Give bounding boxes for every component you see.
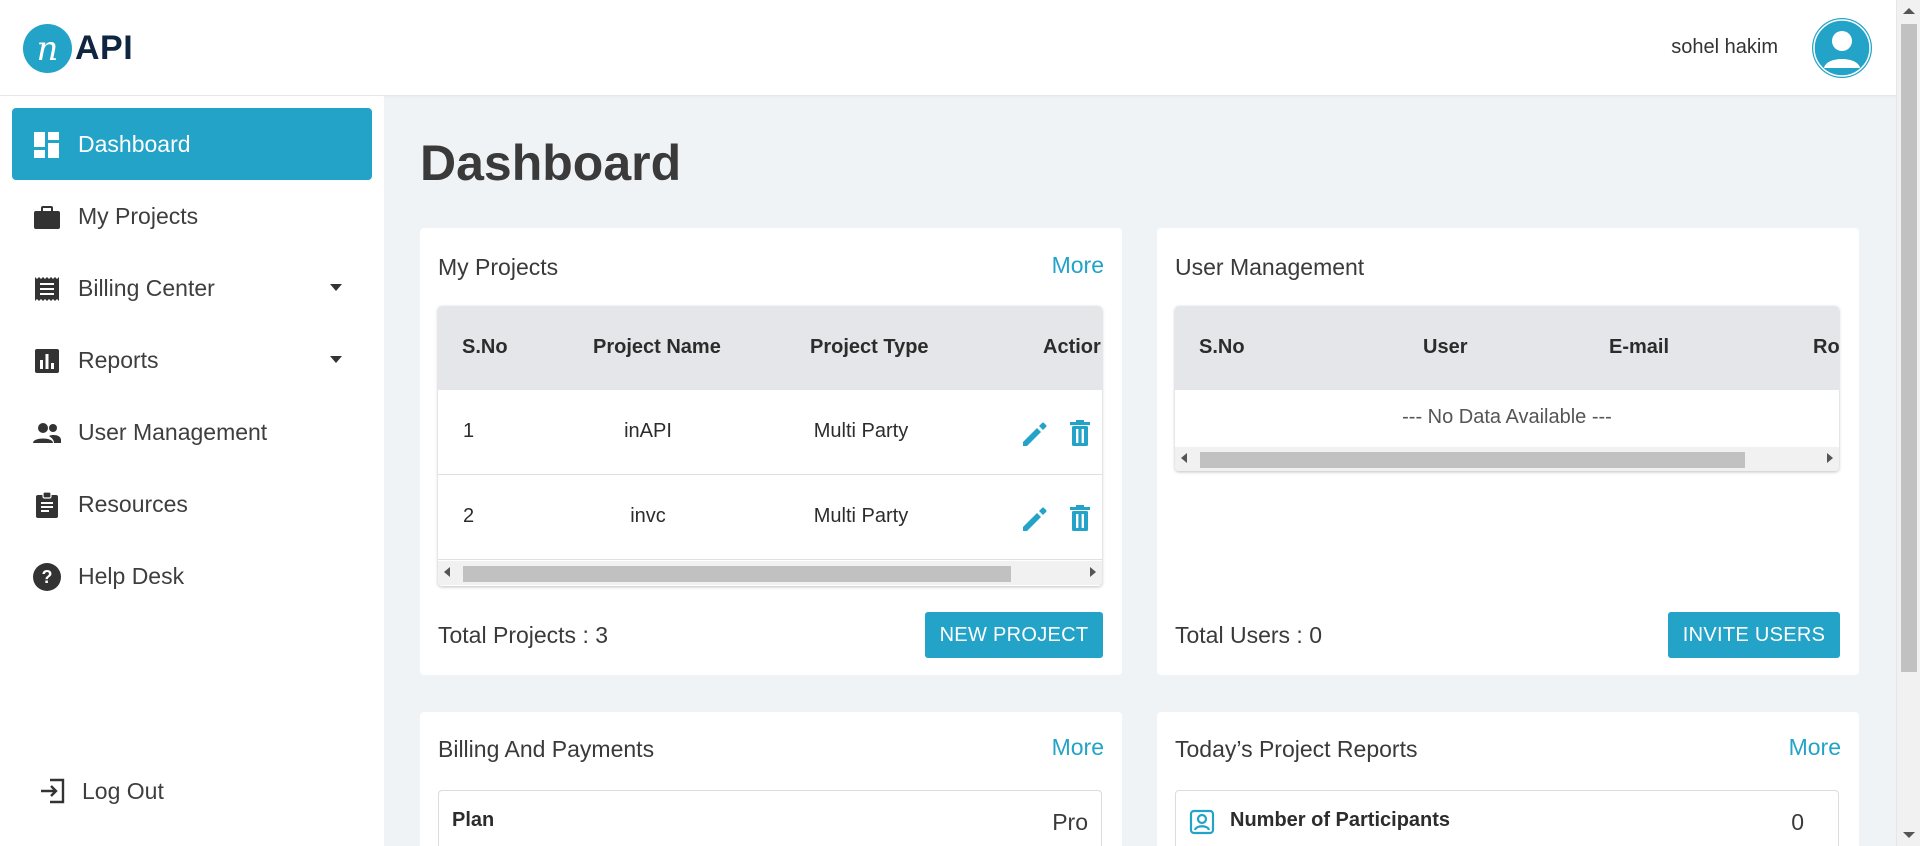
sidebar-item-label: My Projects [78, 203, 199, 229]
chevron-down-icon[interactable] [330, 284, 342, 291]
metric-value: 0 [1791, 809, 1804, 835]
card-title: My Projects [438, 254, 559, 280]
sidebar-item-dashboard[interactable]: Dashboard [12, 108, 372, 180]
table-row: 1 inAPI Multi Party [438, 390, 1102, 475]
column-header: Ro [1813, 336, 1839, 358]
new-project-button[interactable]: NEW PROJECT [925, 612, 1103, 658]
participants-row: Number of Participants 0 [1175, 790, 1839, 846]
cell-project-type: Multi Party [813, 420, 909, 442]
people-icon [33, 423, 61, 443]
logout-button[interactable]: Log Out [38, 776, 164, 806]
cell-sno: 1 [463, 420, 475, 442]
avatar[interactable] [1812, 18, 1872, 78]
delete-icon[interactable] [1066, 418, 1094, 448]
card-title: User Management [1175, 254, 1365, 280]
sidebar-item-label: User Management [78, 419, 268, 445]
logo-mark: n [23, 24, 72, 73]
edit-icon[interactable] [1020, 418, 1048, 448]
scrollbar-thumb[interactable] [1200, 452, 1745, 468]
total-projects: Total Projects : 3 [438, 622, 609, 648]
cell-project-name: invc [630, 505, 666, 527]
column-header: Actior [1043, 336, 1101, 358]
column-header[interactable]: Project Name [593, 336, 721, 359]
scrollbar-thumb[interactable] [463, 566, 1011, 582]
sidebar-item-label: Billing Center [78, 275, 215, 301]
table-row: 2 invc Multi Party [438, 475, 1102, 560]
more-link[interactable]: More [1052, 252, 1104, 279]
sidebar-item-help-desk[interactable]: ? Help Desk [12, 540, 372, 612]
cell-project-type: Multi Party [813, 505, 909, 527]
page-scrollbar[interactable] [1896, 0, 1920, 846]
logout-icon [41, 778, 65, 804]
sidebar-item-reports[interactable]: Reports [12, 324, 372, 396]
cell-project-name: inAPI [624, 420, 672, 442]
scroll-left-icon[interactable] [1181, 453, 1187, 463]
scroll-down-icon[interactable] [1903, 832, 1915, 838]
horizontal-scrollbar[interactable] [1175, 447, 1839, 471]
edit-icon[interactable] [1020, 503, 1048, 533]
help-icon: ? [33, 563, 61, 591]
user-management-card: User Management S.No User E-mail Ro --- … [1157, 228, 1859, 675]
column-header[interactable]: Project Type [810, 336, 929, 359]
more-link[interactable]: More [1789, 734, 1841, 761]
card-title: Billing And Payments [438, 736, 655, 762]
column-header[interactable]: S.No [1199, 336, 1245, 359]
scrollbar-thumb[interactable] [1901, 24, 1917, 672]
participant-icon [1189, 809, 1215, 835]
column-header[interactable]: User [1423, 336, 1467, 359]
app-logo[interactable]: n API [23, 24, 133, 73]
clipboard-icon [36, 491, 58, 518]
table-header: S.No Project Name Project Type Actior [438, 306, 1102, 390]
total-users: Total Users : 0 [1175, 622, 1322, 648]
bar-chart-icon [35, 349, 59, 373]
dashboard-icon [34, 132, 59, 158]
sidebar-item-user-management[interactable]: User Management [12, 396, 372, 468]
user-name[interactable]: sohel hakim [1671, 36, 1778, 59]
receipt-icon [35, 277, 59, 301]
scroll-up-icon[interactable] [1903, 8, 1915, 14]
card-title: Today’s Project Reports [1175, 736, 1418, 762]
projects-table: S.No Project Name Project Type Actior 1 … [438, 306, 1102, 586]
users-table: S.No User E-mail Ro --- No Data Availabl… [1175, 306, 1839, 471]
logout-label: Log Out [82, 777, 164, 804]
plan-value: Pro [1052, 809, 1088, 835]
empty-state: --- No Data Available --- [1402, 406, 1612, 428]
delete-icon[interactable] [1066, 503, 1094, 533]
cell-sno: 2 [463, 505, 475, 527]
invite-users-button[interactable]: INVITE USERS [1668, 612, 1840, 658]
sidebar-item-label: Resources [78, 491, 188, 517]
table-header: S.No User E-mail Ro [1175, 306, 1839, 390]
column-header[interactable]: E-mail [1609, 336, 1669, 359]
horizontal-scrollbar[interactable] [438, 561, 1102, 585]
chevron-down-icon[interactable] [330, 356, 342, 363]
sidebar-item-resources[interactable]: Resources [12, 468, 372, 540]
billing-card: Billing And Payments More Plan Pro [420, 712, 1122, 846]
scroll-right-icon[interactable] [1827, 453, 1833, 463]
briefcase-icon [34, 206, 60, 229]
my-projects-card: My Projects More S.No Project Name Proje… [420, 228, 1122, 675]
metric-label: Number of Participants [1230, 809, 1451, 831]
column-header[interactable]: S.No [462, 336, 508, 359]
sidebar-item-label: Reports [78, 347, 159, 373]
project-reports-card: Today’s Project Reports More Number of P… [1157, 712, 1859, 846]
scroll-right-icon[interactable] [1090, 567, 1096, 577]
sidebar-item-billing-center[interactable]: Billing Center [12, 252, 372, 324]
logo-text: API [75, 29, 134, 67]
plan-label: Plan [452, 809, 495, 831]
svg-text:?: ? [42, 567, 53, 587]
more-link[interactable]: More [1052, 734, 1104, 761]
sidebar-item-label: Help Desk [78, 563, 185, 589]
plan-row: Plan Pro [438, 790, 1102, 846]
sidebar: Dashboard My Projects Billing Center Rep… [0, 96, 384, 846]
page-title: Dashboard [420, 135, 682, 191]
sidebar-item-my-projects[interactable]: My Projects [12, 180, 372, 252]
top-header: n API sohel hakim [0, 0, 1896, 96]
user-avatar-icon [1813, 19, 1871, 77]
scroll-left-icon[interactable] [444, 567, 450, 577]
sidebar-item-label: Dashboard [78, 131, 191, 157]
